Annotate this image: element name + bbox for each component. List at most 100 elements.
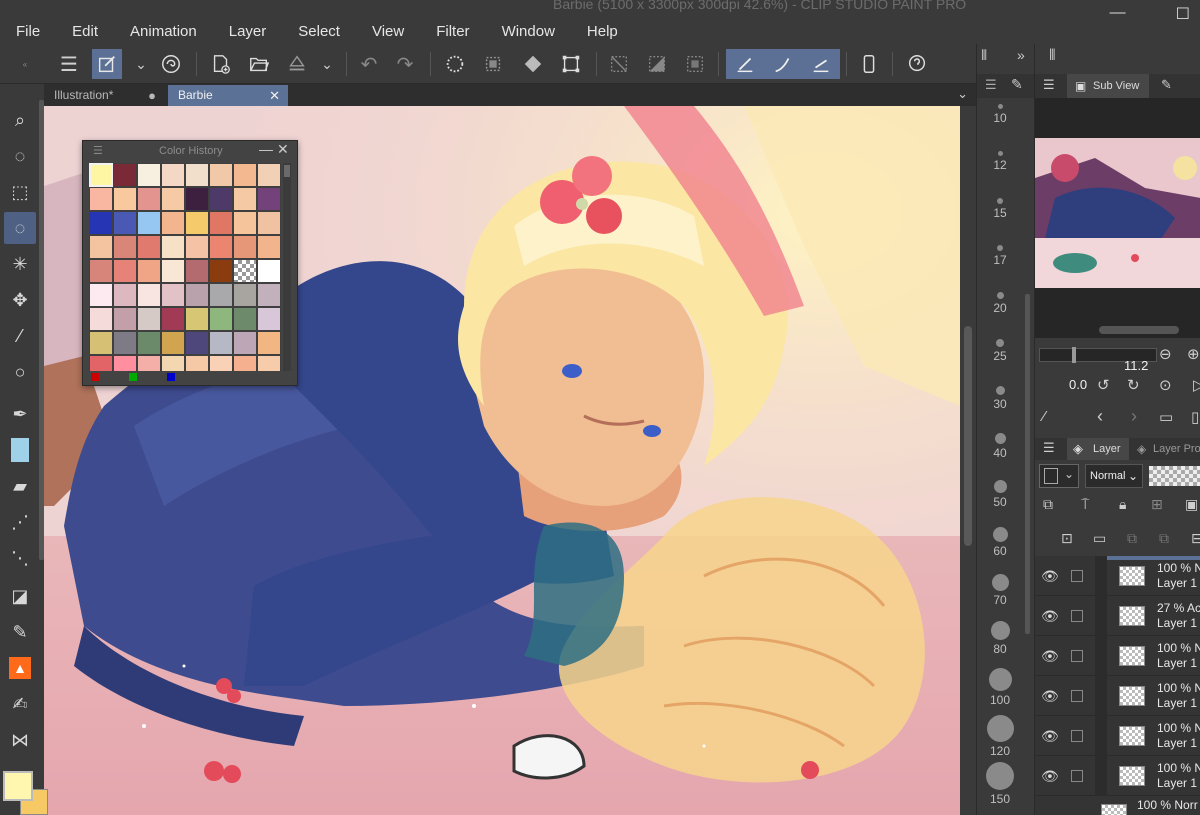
color-swatch[interactable]: [113, 283, 137, 307]
color-swatch[interactable]: [257, 187, 281, 211]
transparent-swatch[interactable]: [233, 259, 257, 283]
brush-size-option[interactable]: 120: [977, 715, 1023, 758]
invert-fill-icon[interactable]: [518, 49, 548, 79]
eyedropper-icon[interactable]: ⁄: [4, 320, 36, 352]
edit-tool-icon[interactable]: [92, 49, 122, 79]
panel-menu-icon[interactable]: ☰: [93, 144, 103, 157]
color-swatch[interactable]: [137, 163, 161, 187]
zoom-icon[interactable]: ⌕: [4, 104, 36, 136]
layer-checkbox[interactable]: [1071, 690, 1083, 702]
lock-transparent-icon[interactable]: ⊞: [1151, 496, 1163, 513]
brush-size-option[interactable]: 15: [977, 198, 1023, 220]
lasso-icon[interactable]: ◌: [4, 140, 36, 172]
color-swatch[interactable]: [137, 283, 161, 307]
open-folder-icon[interactable]: ▭: [1159, 408, 1173, 426]
menu-view[interactable]: View: [356, 22, 420, 42]
redo-icon[interactable]: ↷: [390, 49, 420, 79]
layer-row[interactable]: 👁︎ 100 % N Layer 1: [1035, 756, 1200, 796]
brush-size-option[interactable]: 80: [977, 621, 1023, 656]
clear-icon[interactable]: [440, 49, 470, 79]
tab-illustration[interactable]: Illustration* ●: [44, 85, 164, 106]
chevron-down-icon[interactable]: ⌄: [312, 49, 342, 79]
snap-special-ruler-icon[interactable]: [768, 49, 798, 79]
save-icon[interactable]: [282, 49, 312, 79]
pencil-icon[interactable]: [4, 434, 36, 466]
mask-icon[interactable]: ▣: [1185, 496, 1198, 513]
color-swatch[interactable]: [233, 331, 257, 355]
color-swatch[interactable]: [185, 235, 209, 259]
maximize-window-button[interactable]: ☐: [1176, 4, 1190, 24]
selection-icon[interactable]: ◌: [4, 212, 36, 244]
tab-layer[interactable]: ◈ Layer: [1067, 438, 1129, 460]
color-swatch[interactable]: [137, 331, 161, 355]
brush-icon[interactable]: ▰: [4, 470, 36, 502]
clip-studio-icon[interactable]: [156, 49, 186, 79]
eraser-icon[interactable]: ◪: [4, 580, 36, 612]
eye-icon[interactable]: 👁︎: [1041, 648, 1059, 665]
brush-size-option[interactable]: 17: [977, 245, 1023, 267]
color-swatch[interactable]: [209, 163, 233, 187]
layer-row[interactable]: 👁︎ 100 % N Layer 1: [1035, 636, 1200, 676]
blend-mode-select[interactable]: Normal ⌄: [1085, 464, 1143, 488]
brush-size-option[interactable]: 150: [977, 762, 1023, 806]
eye-icon[interactable]: 👁︎: [1041, 568, 1059, 585]
menu-help[interactable]: Help: [571, 22, 634, 42]
expression-color-select[interactable]: ⌄: [1039, 464, 1079, 488]
color-swatch[interactable]: [185, 307, 209, 331]
color-swatch[interactable]: [161, 259, 185, 283]
collapse-right-icon[interactable]: »: [1017, 47, 1025, 63]
snap-ruler-icon[interactable]: [730, 49, 760, 79]
color-swatch[interactable]: [161, 163, 185, 187]
eyedropper-icon[interactable]: ⁄: [1043, 408, 1046, 425]
brush-size-option[interactable]: 25: [977, 339, 1023, 363]
chevron-down-icon[interactable]: ⌄: [126, 49, 156, 79]
color-swatch[interactable]: [233, 187, 257, 211]
color-swatch[interactable]: [137, 235, 161, 259]
layer-row[interactable]: 👁︎ 100 % N Layer 1: [1035, 676, 1200, 716]
color-swatch[interactable]: [161, 235, 185, 259]
open-folder-icon[interactable]: [244, 49, 274, 79]
menu-layer[interactable]: Layer: [213, 22, 283, 42]
help-icon[interactable]: [902, 49, 932, 79]
color-swatch[interactable]: [257, 283, 281, 307]
color-swatch[interactable]: [209, 187, 233, 211]
color-swatch[interactable]: [209, 283, 233, 307]
sub-view[interactable]: [1035, 98, 1200, 338]
color-swatch[interactable]: [233, 211, 257, 235]
ellipse-icon[interactable]: ○: [4, 356, 36, 388]
layer-checkbox[interactable]: [1071, 570, 1083, 582]
fill-icon[interactable]: ▲: [4, 652, 36, 684]
transform-icon[interactable]: [556, 49, 586, 79]
menu-animation[interactable]: Animation: [114, 22, 213, 42]
opacity-slider[interactable]: [1149, 466, 1200, 486]
unsaved-dot-icon[interactable]: ●: [148, 85, 156, 106]
color-swatch[interactable]: [113, 187, 137, 211]
pen-icon[interactable]: ✒: [4, 398, 36, 430]
spray-icon[interactable]: ⋱: [4, 542, 36, 574]
delete-layer-icon[interactable]: ⊟: [1191, 530, 1200, 547]
scrollbar-thumb[interactable]: [964, 326, 972, 546]
color-swatch[interactable]: [137, 259, 161, 283]
color-swatch[interactable]: [185, 355, 209, 371]
eye-icon[interactable]: 👁︎: [1041, 728, 1059, 745]
color-swatch[interactable]: [89, 259, 113, 283]
brush-size-option[interactable]: 10: [977, 104, 1023, 125]
main-color-swatch[interactable]: [3, 771, 33, 801]
brush-size-option[interactable]: 100: [977, 668, 1023, 707]
fill-pen-icon[interactable]: ✎: [4, 616, 36, 648]
menu-file[interactable]: File: [0, 22, 56, 42]
color-swatch[interactable]: [185, 331, 209, 355]
menu-edit[interactable]: Edit: [56, 22, 114, 42]
color-swatch[interactable]: [161, 283, 185, 307]
color-swatch[interactable]: [185, 211, 209, 235]
color-swatch[interactable]: [89, 283, 113, 307]
eye-icon[interactable]: 👁︎: [1041, 688, 1059, 705]
color-swatch[interactable]: [89, 235, 113, 259]
color-swatch[interactable]: [161, 355, 185, 371]
brush-size-option[interactable]: 12: [977, 151, 1023, 172]
zoom-slider[interactable]: 11.2: [1039, 347, 1157, 373]
layer-checkbox[interactable]: [1071, 730, 1083, 742]
color-swatch[interactable]: [113, 235, 137, 259]
color-swatch[interactable]: [257, 163, 281, 187]
color-swatch[interactable]: [209, 259, 233, 283]
